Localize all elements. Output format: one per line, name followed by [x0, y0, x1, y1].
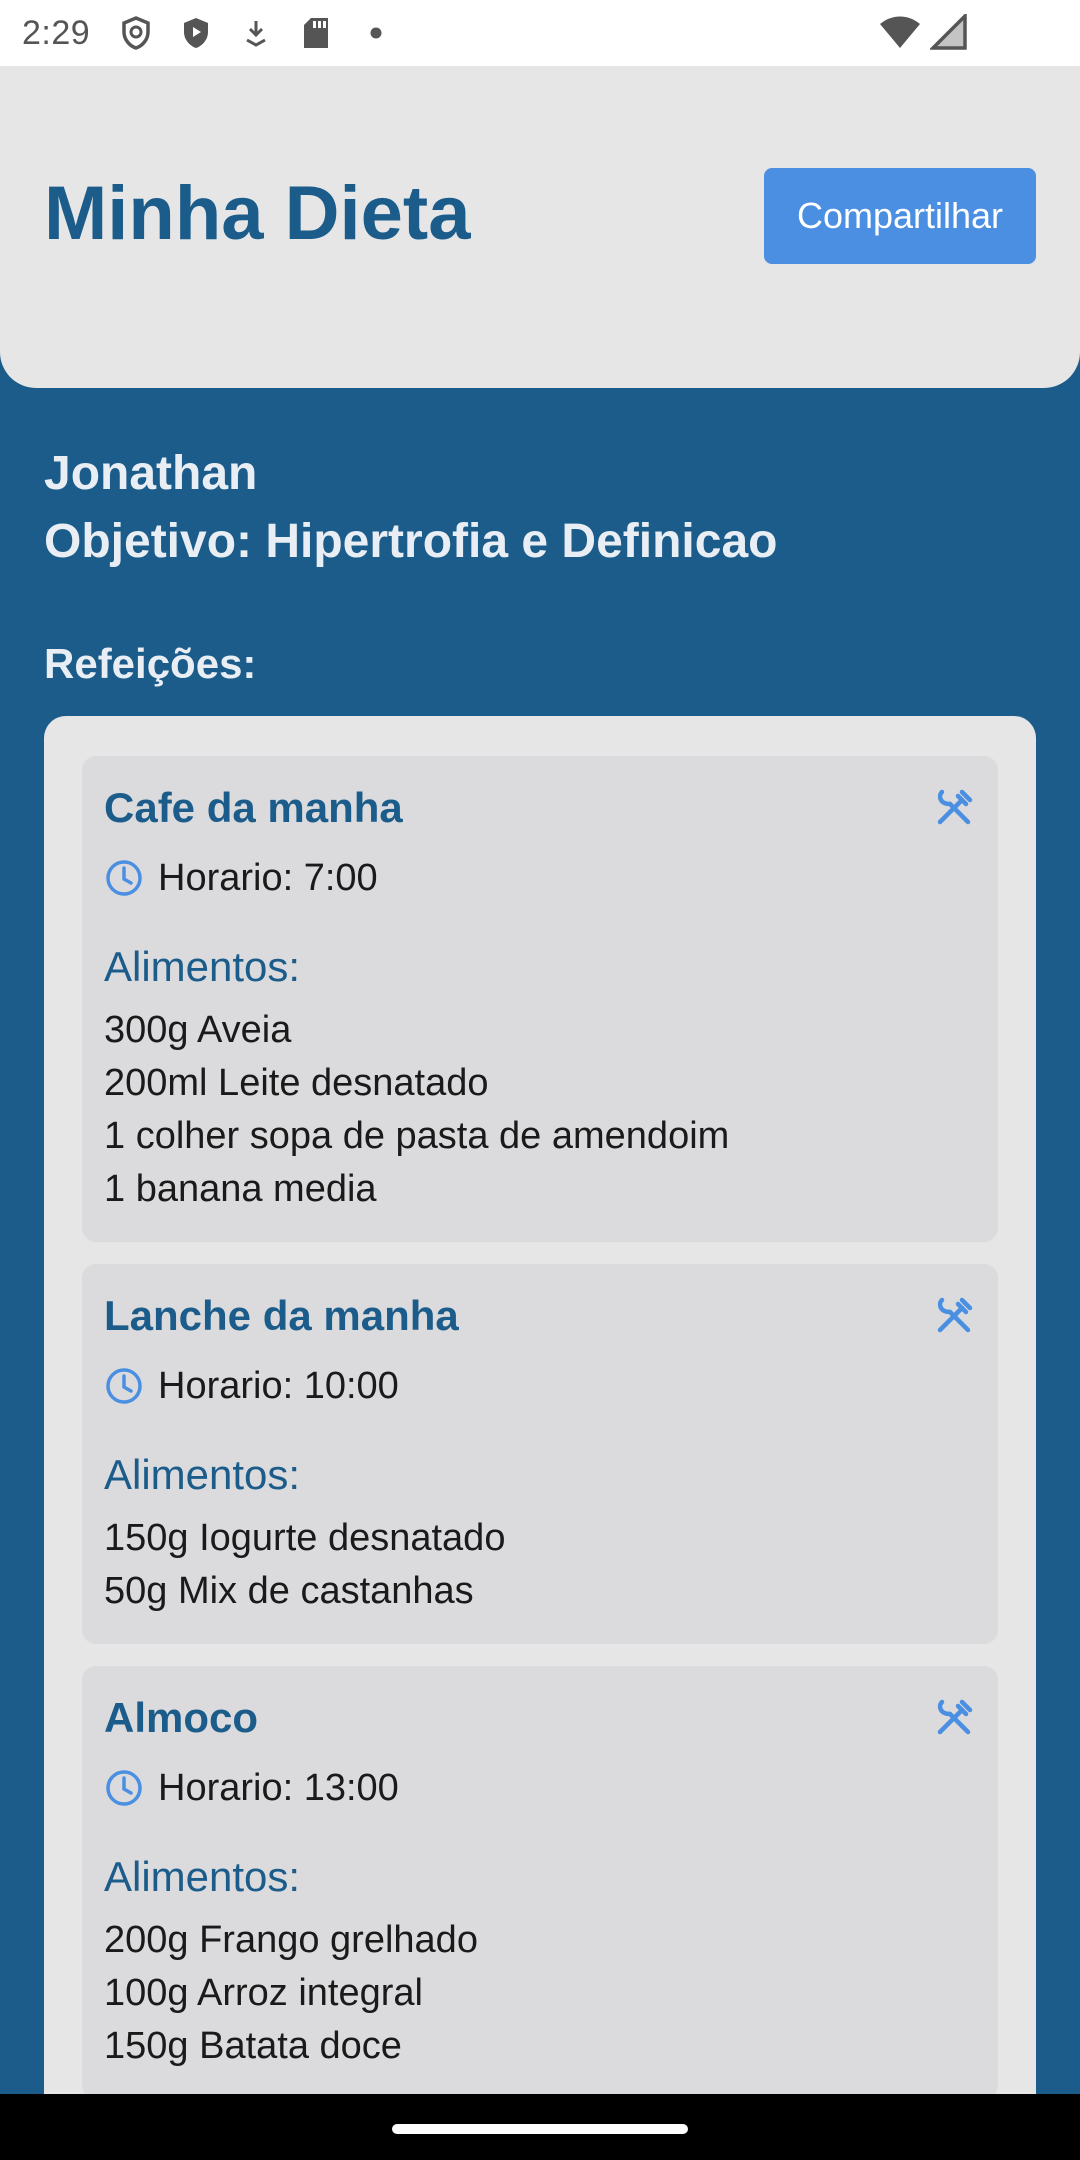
meal-time-row: Horario: 13:00: [104, 1760, 976, 1816]
status-icons-left: [118, 15, 394, 51]
meal-card-breakfast[interactable]: Cafe da manha Horario: 7:00 Alimentos: 3…: [82, 756, 998, 1242]
clock-icon: [104, 858, 144, 898]
meal-time: Horario: 7:00: [158, 856, 378, 899]
shield-outline-icon: [118, 15, 154, 51]
shield-filled-icon: [178, 15, 214, 51]
food-list: 200g Frango grelhado 100g Arroz integral…: [104, 1914, 976, 2073]
share-button[interactable]: Compartilhar: [764, 168, 1036, 264]
food-list: 300g Aveia 200ml Leite desnatado 1 colhe…: [104, 1004, 976, 1216]
meal-time: Horario: 13:00: [158, 1766, 399, 1809]
signal-icon: [928, 11, 968, 55]
meal-name: Cafe da manha: [104, 784, 403, 831]
food-item: 50g Mix de castanhas: [104, 1570, 474, 1612]
profile-name: Jonathan: [44, 447, 258, 500]
meal-time-row: Horario: 10:00: [104, 1358, 976, 1414]
page-title: Minha Dieta: [44, 171, 471, 256]
foods-heading: Alimentos:: [104, 1451, 301, 1498]
meal-card-lunch[interactable]: Almoco Horario: 13:00 Alimentos: 200g Fr…: [82, 1666, 998, 2099]
clock-icon: [104, 1366, 144, 1406]
status-bar: 2:29: [0, 0, 1080, 66]
foods-heading: Alimentos:: [104, 943, 301, 990]
food-item: 1 colher sopa de pasta de amendoim: [104, 1115, 730, 1157]
food-item: 200ml Leite desnatado: [104, 1062, 489, 1104]
food-item: 300g Aveia: [104, 1009, 292, 1051]
clock-icon: [104, 1768, 144, 1808]
profile-goal: Objetivo: Hipertrofia e Definicao: [44, 515, 778, 568]
dot-icon: [358, 15, 394, 51]
fork-knife-icon: [932, 786, 976, 830]
home-gesture-handle[interactable]: [392, 2124, 688, 2134]
food-list: 150g Iogurte desnatado 50g Mix de castan…: [104, 1512, 976, 1618]
meal-time: Horario: 10:00: [158, 1364, 399, 1407]
food-item: 1 banana media: [104, 1168, 377, 1210]
meal-card-morning-snack[interactable]: Lanche da manha Horario: 10:00 Alimentos…: [82, 1264, 998, 1644]
food-item: 100g Arroz integral: [104, 1972, 423, 2014]
meal-name: Almoco: [104, 1694, 259, 1741]
meal-time-row: Horario: 7:00: [104, 850, 976, 906]
meal-name: Lanche da manha: [104, 1292, 459, 1339]
fork-knife-icon: [932, 1696, 976, 1740]
profile-section: Jonathan Objetivo: Hipertrofia e Definic…: [44, 440, 777, 576]
meals-heading: Refeições:: [44, 640, 257, 687]
food-item: 200g Frango grelhado: [104, 1919, 478, 1961]
sd-card-icon: [298, 15, 334, 51]
status-icons-right: [878, 11, 968, 55]
download-icon: [238, 15, 274, 51]
foods-heading: Alimentos:: [104, 1853, 301, 1900]
food-item: 150g Batata doce: [104, 2025, 402, 2067]
meals-list[interactable]: Cafe da manha Horario: 7:00 Alimentos: 3…: [44, 716, 1036, 2116]
food-item: 150g Iogurte desnatado: [104, 1517, 506, 1559]
status-time: 2:29: [22, 13, 91, 52]
wifi-icon: [878, 14, 922, 55]
fork-knife-icon: [932, 1294, 976, 1338]
